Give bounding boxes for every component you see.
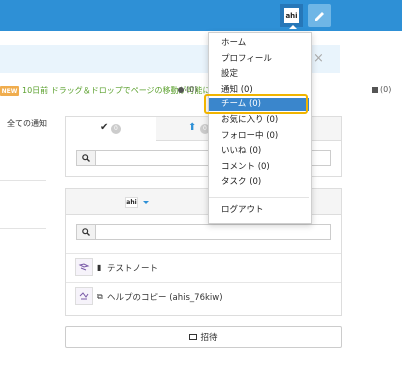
user-count: (0) [178, 85, 197, 94]
menu-divider [209, 197, 309, 198]
tab-checked[interactable]: ✔ 0 [66, 117, 157, 140]
menu-item-profile[interactable]: プロフィール [209, 53, 309, 66]
invite-button[interactable]: 招待 [65, 326, 342, 348]
search-button[interactable] [77, 225, 96, 239]
team-search-input[interactable] [76, 224, 331, 240]
divider [0, 228, 46, 229]
menu-item-comments[interactable]: コメント (0) [209, 161, 309, 174]
pencil-icon [315, 12, 324, 21]
note-avatar [75, 287, 93, 305]
close-banner-icon[interactable]: × [313, 51, 324, 66]
new-badge: NEW [0, 86, 19, 96]
selection-highlight [204, 94, 308, 114]
menu-item-likes[interactable]: いいね (0) [209, 145, 309, 158]
invite-label: 招待 [200, 333, 218, 343]
user-avatar: ahi [284, 8, 299, 23]
note-avatar [75, 258, 93, 276]
tab-count-badge: 0 [111, 124, 121, 134]
user-menu-button[interactable]: ahi [280, 4, 303, 29]
list-item[interactable]: ⧉ ヘルプのコピー (ahis_76kiw) [66, 283, 341, 311]
note-thumbnail-icon [79, 292, 89, 300]
divider [0, 180, 46, 181]
note-title[interactable]: ヘルプのコピー (ahis_76kiw) [107, 291, 223, 303]
menu-item-logout[interactable]: ログアウト [209, 204, 309, 217]
top-navbar: ahi [0, 0, 402, 31]
upload-icon: ⬆ [188, 122, 197, 133]
list-count: (0) [372, 85, 391, 94]
note-thumbnail-icon [78, 263, 90, 271]
team-avatar: ahi [125, 197, 138, 208]
search-button[interactable] [77, 151, 96, 165]
note-title[interactable]: テストノート [107, 262, 158, 274]
all-notifications-link[interactable]: 全ての通知 [7, 118, 47, 129]
check-icon: ✔ [100, 122, 109, 133]
search-icon [82, 228, 90, 236]
dropdown-caret-icon [289, 25, 297, 29]
search-icon [82, 154, 90, 162]
user-icon [178, 86, 184, 93]
menu-item-settings[interactable]: 設定 [209, 68, 309, 81]
list-item[interactable]: ▮ テストノート [66, 254, 341, 282]
new-note-button[interactable] [308, 4, 331, 27]
menu-item-home[interactable]: ホーム [209, 37, 309, 50]
book-icon: ▮ [97, 263, 102, 272]
copy-icon: ⧉ [97, 292, 103, 301]
list-icon [372, 86, 378, 93]
chevron-down-icon [143, 201, 149, 204]
envelope-icon [189, 334, 198, 340]
user-dropdown-menu: ホーム プロフィール 設定 通知 (0) チーム (0) お気に入り (0) フ… [208, 32, 312, 224]
menu-item-following[interactable]: フォロー中 (0) [209, 130, 309, 143]
news-row: NEW 10日前 ドラッグ＆ドロップでページの移動が可能に (0) (0) [0, 85, 402, 99]
menu-item-favorites[interactable]: お気に入り (0) [209, 114, 309, 127]
menu-item-tasks[interactable]: タスク (0) [209, 176, 309, 189]
